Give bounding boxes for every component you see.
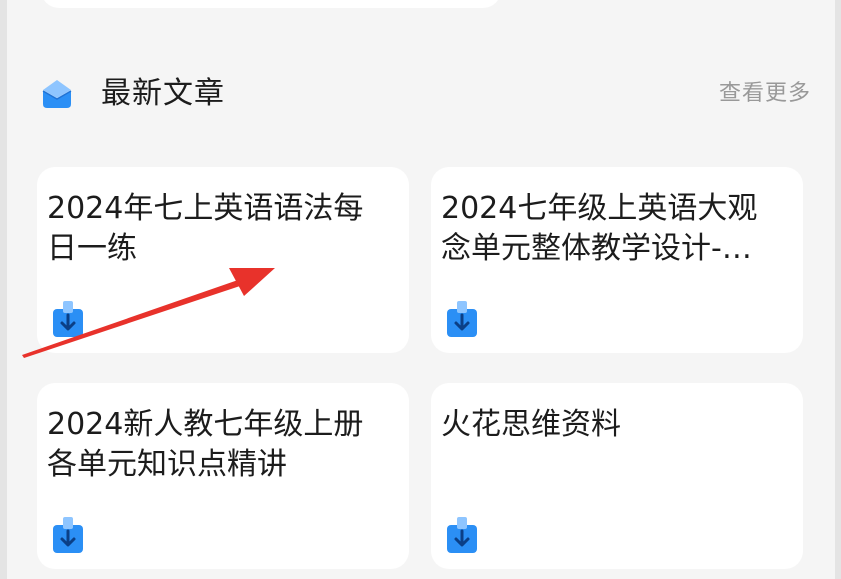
previous-card[interactable] xyxy=(41,0,501,8)
article-title: 火花思维资料 xyxy=(441,407,621,442)
article-title: 2024年七上英语语法每日一练 xyxy=(47,191,364,266)
content-panel: 最新文章 查看更多 2024年七上英语语法每日一练 2024七年级上英语大观念单… xyxy=(7,0,835,579)
article-card[interactable]: 2024年七上英语语法每日一练 xyxy=(37,167,409,353)
download-icon[interactable] xyxy=(51,517,85,555)
article-card[interactable]: 2024七年级上英语大观念单元整体教学设计-人教版 xyxy=(431,167,803,353)
download-icon[interactable] xyxy=(445,517,479,555)
view-more-link[interactable]: 查看更多 xyxy=(719,78,811,110)
article-title: 2024新人教七年级上册各单元知识点精讲 xyxy=(47,407,364,482)
download-icon[interactable] xyxy=(51,301,85,339)
section-title: 最新文章 xyxy=(101,76,225,111)
download-icon[interactable] xyxy=(445,301,479,339)
article-card[interactable]: 2024新人教七年级上册各单元知识点精讲 xyxy=(37,383,409,569)
envelope-icon xyxy=(42,80,72,108)
article-title: 2024七年级上英语大观念单元整体教学设计-人教版 xyxy=(441,191,758,266)
article-card[interactable]: 火花思维资料 xyxy=(431,383,803,569)
section-header: 最新文章 查看更多 xyxy=(39,70,811,118)
